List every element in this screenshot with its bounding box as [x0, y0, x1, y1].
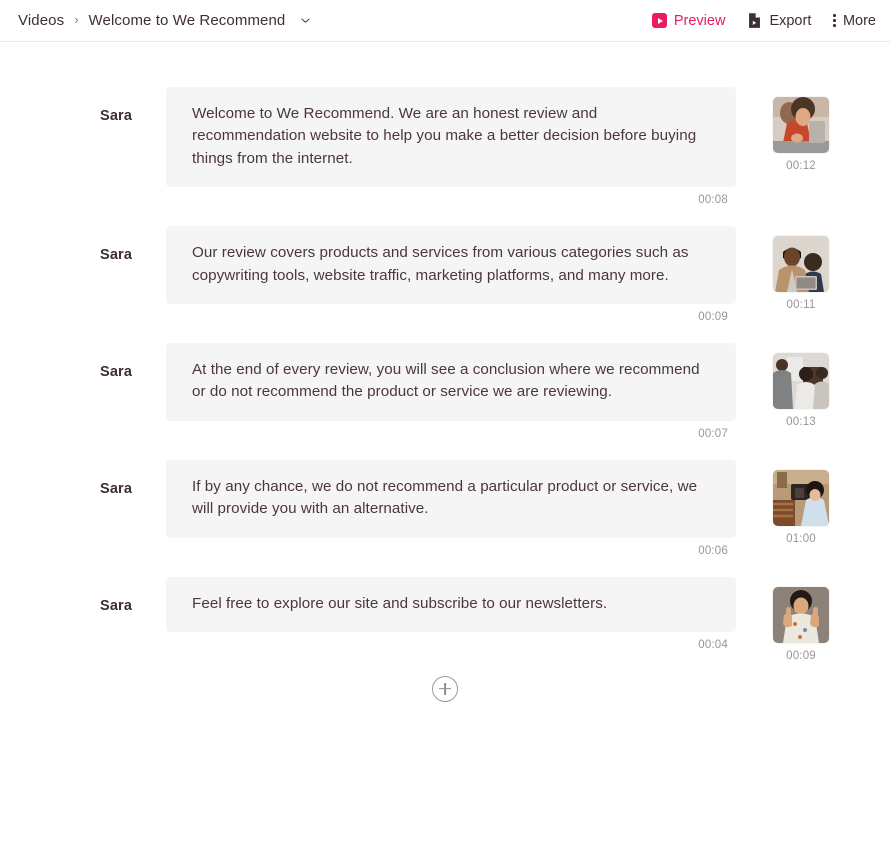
export-button[interactable]: Export: [747, 12, 811, 29]
script-canvas: Sara Welcome to We Recommend. We are an …: [0, 42, 890, 860]
more-button[interactable]: More: [833, 13, 876, 29]
speaker-name: Sara: [100, 364, 133, 381]
script-row: Sara If by any chance, we do not recomme…: [0, 459, 890, 557]
script-text: If by any chance, we do not recommend a …: [192, 477, 698, 518]
scene-media: 00:13: [736, 343, 866, 428]
script-rows: Sara Welcome to We Recommend. We are an …: [0, 42, 890, 662]
script-text-bubble[interactable]: Feel free to explore our site and subscr…: [166, 576, 736, 633]
script-row: Sara Feel free to explore our site and s…: [0, 576, 890, 662]
vertical-dots-icon: [833, 14, 836, 27]
script-row: Sara Our review covers products and serv…: [0, 226, 890, 323]
plus-circle-icon[interactable]: [432, 675, 458, 702]
more-button-label: More: [842, 12, 876, 29]
script-row: Sara Welcome to We Recommend. We are an …: [0, 87, 890, 206]
script-row: Sara At the end of every review, you wil…: [0, 343, 890, 440]
scene-media: 00:09: [736, 577, 866, 662]
script-block: Feel free to explore our site and subscr…: [166, 576, 736, 652]
script-block: At the end of every review, you will see…: [166, 343, 736, 440]
scene-media: 00:12: [736, 87, 866, 172]
script-text: Welcome to We Recommend. We are an hones…: [192, 105, 697, 167]
script-text-bubble[interactable]: Welcome to We Recommend. We are an hones…: [166, 87, 736, 188]
speaker-name: Sara: [100, 247, 133, 264]
top-bar: Videos › Welcome to We Recommend Preview…: [0, 0, 890, 42]
scene-media: 00:11: [736, 226, 866, 311]
scene-duration: 01:00: [786, 532, 816, 545]
breadcrumb: Videos › Welcome to We Recommend: [18, 12, 652, 29]
document-export-icon: [747, 12, 762, 29]
scene-duration: 00:13: [786, 416, 816, 429]
scene-thumbnail[interactable]: [773, 469, 829, 526]
top-bar-actions: Preview Export More: [651, 12, 876, 29]
chevron-down-icon[interactable]: [299, 14, 312, 27]
script-duration: 00:07: [698, 427, 728, 440]
scene-thumbnail[interactable]: [773, 97, 829, 153]
speaker-name: Sara: [100, 597, 133, 614]
script-text-bubble[interactable]: If by any chance, we do not recommend a …: [166, 459, 736, 538]
breadcrumb-separator-icon: ›: [74, 12, 79, 27]
scene-thumbnail[interactable]: [773, 353, 829, 410]
script-duration: 00:08: [698, 194, 728, 207]
scene-duration: 00:12: [786, 160, 816, 172]
breadcrumb-videos-link[interactable]: Videos: [18, 12, 64, 29]
add-scene-row: [0, 662, 890, 702]
speaker-name: Sara: [100, 480, 133, 497]
scene-duration: 00:11: [786, 299, 816, 312]
scene-thumbnail[interactable]: [773, 586, 829, 643]
play-badge-icon: [651, 13, 667, 28]
script-block: If by any chance, we do not recommend a …: [166, 459, 736, 557]
scene-duration: 00:09: [786, 649, 816, 662]
script-block: Our review covers products and services …: [166, 226, 736, 323]
preview-button[interactable]: Preview: [651, 12, 726, 29]
script-text: At the end of every review, you will see…: [192, 361, 700, 401]
scene-media: 01:00: [736, 460, 866, 545]
script-text: Our review covers products and services …: [192, 244, 689, 284]
speaker-name: Sara: [100, 108, 133, 124]
script-duration: 00:06: [698, 544, 728, 557]
export-button-label: Export: [769, 12, 812, 29]
scene-thumbnail[interactable]: [773, 236, 829, 293]
preview-button-label: Preview: [673, 12, 726, 29]
script-text-bubble[interactable]: At the end of every review, you will see…: [166, 343, 736, 421]
script-block: Welcome to We Recommend. We are an hones…: [166, 87, 736, 206]
script-text: Feel free to explore our site and subscr…: [192, 594, 608, 612]
script-duration: 00:04: [698, 639, 728, 652]
script-text-bubble[interactable]: Our review covers products and services …: [166, 226, 736, 305]
breadcrumb-current-title: Welcome to We Recommend: [88, 12, 286, 29]
script-duration: 00:09: [698, 311, 728, 324]
